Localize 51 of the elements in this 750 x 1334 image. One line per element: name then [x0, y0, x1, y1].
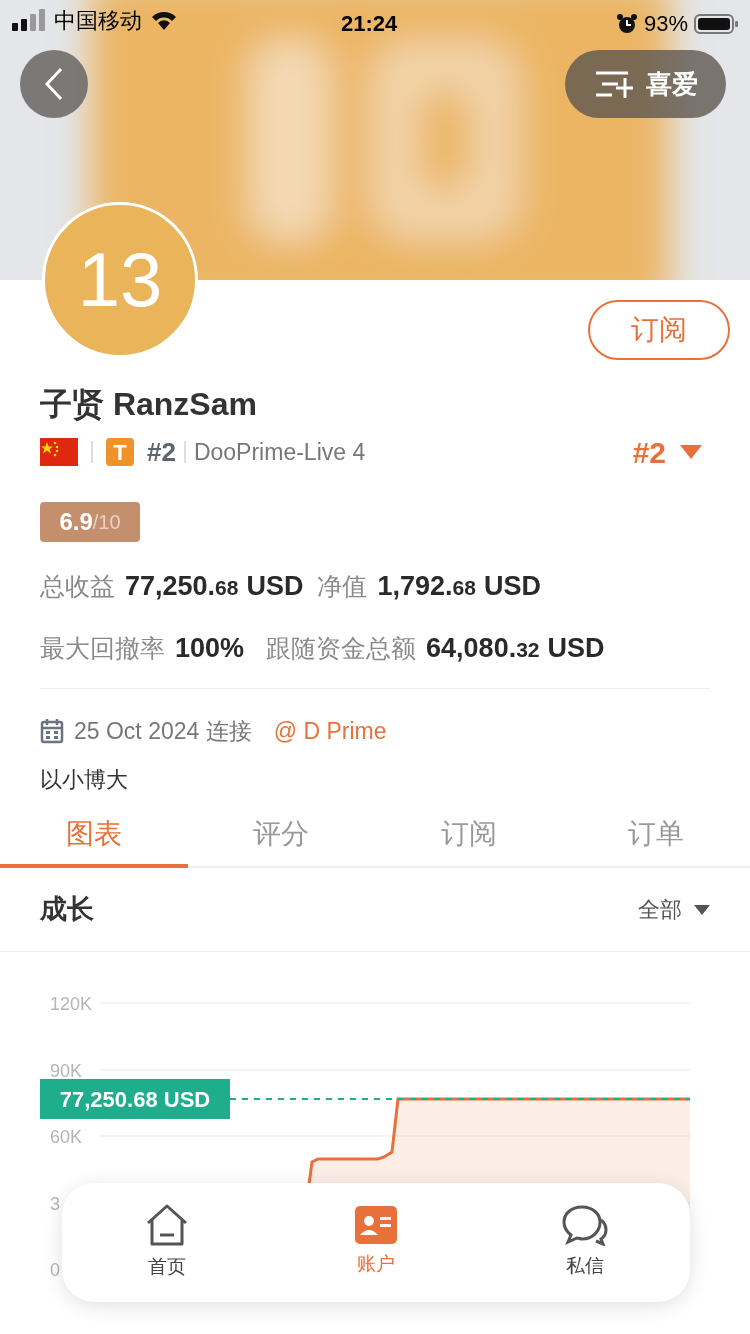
favorite-button[interactable]: 喜爱: [565, 50, 726, 118]
axis-label: 120K: [50, 994, 93, 1014]
stat-value: 64,080.32 USD: [426, 631, 605, 665]
stat-value: 1,792.68 USD: [377, 569, 541, 603]
axis-label: 3: [50, 1194, 60, 1214]
filter-dropdown[interactable]: 全部: [638, 893, 710, 926]
calendar-icon: [40, 718, 64, 744]
tab[interactable]: 订阅: [375, 804, 563, 868]
stat-value: 77,250.68 USD: [125, 569, 304, 603]
stat-label: 跟随资金总额: [266, 632, 417, 664]
caret-icon: [680, 445, 702, 459]
nav-item[interactable]: 账户: [271, 1183, 481, 1302]
china-flag-icon: [40, 438, 78, 466]
chat-icon: [562, 1204, 609, 1247]
section-title: 成长: [40, 893, 94, 927]
rank-dropdown[interactable]: #2: [632, 429, 702, 475]
axis-label: 90K: [50, 1061, 83, 1081]
signal-icon: [12, 9, 46, 31]
stat-label: 净值: [317, 570, 368, 602]
tab[interactable]: 评分: [187, 804, 375, 868]
tier-badge: T: [106, 438, 134, 466]
stat-value: 100%: [175, 631, 245, 665]
battery-icon: [694, 12, 738, 35]
carrier-name: 中国移动: [54, 6, 142, 35]
id-card-icon: [355, 1206, 397, 1245]
subscribe-button[interactable]: 订阅: [588, 300, 730, 360]
stat-label: 总收益: [40, 570, 115, 602]
back-icon: [44, 67, 64, 101]
nav-item[interactable]: 首页: [62, 1183, 272, 1302]
axis-label: 60K: [50, 1127, 83, 1147]
battery-percent: 93%: [643, 10, 688, 38]
broker-link[interactable]: @ D Prime: [273, 713, 387, 749]
server-name: DooPrime-Live 4: [193, 437, 366, 467]
nav-item[interactable]: 私信: [480, 1183, 690, 1302]
stat-label: 最大回撤率: [40, 632, 165, 664]
rank-text: #2: [147, 435, 176, 469]
trader-name: 子贤 RanzSam: [40, 385, 258, 424]
score-badge: 6.9/10: [40, 502, 140, 542]
status-time: 21:24: [341, 10, 398, 38]
wifi-icon: [150, 9, 178, 31]
axis-label: 0: [50, 1260, 60, 1280]
caret-icon: [694, 904, 710, 915]
tab[interactable]: 订单: [562, 804, 750, 868]
avatar: 13: [42, 202, 198, 358]
bio-text: 以小博大: [40, 766, 129, 794]
list-plus-icon: [593, 70, 634, 98]
tab[interactable]: 图表: [0, 804, 188, 868]
price-tag: 77,250.68 USD: [40, 1079, 230, 1119]
alarm-icon: [615, 12, 638, 35]
join-date: 25 Oct 2024 连接: [74, 716, 252, 746]
home-icon: [144, 1203, 189, 1248]
